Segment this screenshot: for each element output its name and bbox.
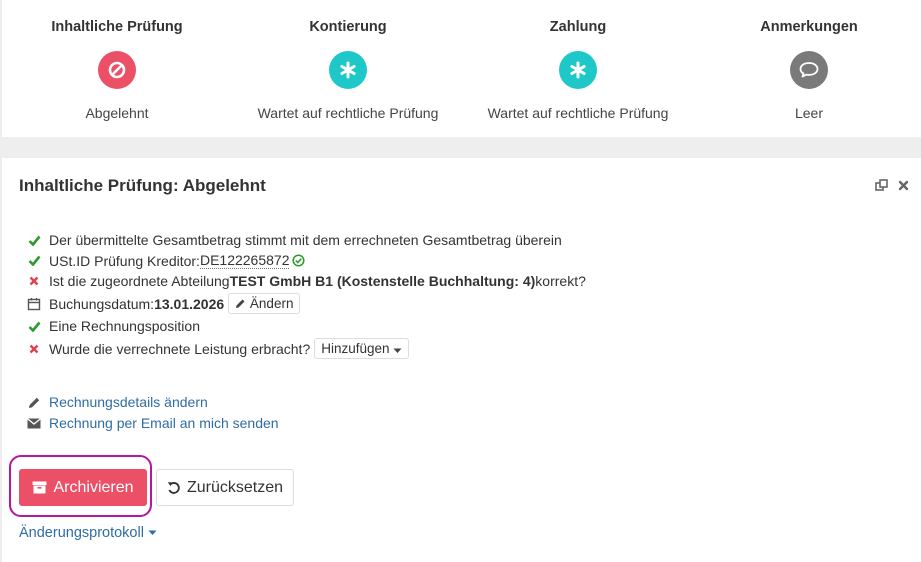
comment-icon (790, 51, 828, 89)
step-status: Wartet auf rechtliche Prüfung (487, 105, 669, 121)
check-department: Ist die zugeordnete Abteilung TEST GmbH … (26, 273, 586, 289)
edit-invoice-details-link[interactable]: Rechnungsdetails ändern (26, 394, 208, 410)
step-status: Abgelehnt (85, 105, 149, 121)
check-icon (26, 321, 42, 332)
check-text: Der übermittelte Gesamtbetrag stimmt mit… (49, 232, 562, 248)
step-status: Leer (794, 105, 824, 121)
send-invoice-email-link[interactable]: Rechnung per Email an mich senden (26, 415, 279, 431)
calendar-icon (26, 297, 42, 311)
ustid-label: USt.ID Prüfung Kreditor: (49, 252, 200, 269)
panel-tools (875, 179, 909, 191)
check-invoice-position: Eine Rechnungsposition (26, 318, 200, 334)
caret-down-icon (393, 348, 402, 353)
add-service-dropdown[interactable]: Hinzufügen (314, 338, 410, 359)
ban-icon (98, 51, 136, 89)
change-log-link[interactable]: Änderungsprotokoll (19, 525, 157, 541)
asterisk-icon (559, 51, 597, 89)
send-invoice-email-label: Rechnung per Email an mich senden (49, 415, 279, 431)
change-log-label: Änderungsprotokoll (19, 525, 144, 541)
undo-icon (167, 481, 180, 494)
envelope-icon (26, 417, 42, 429)
times-icon (26, 276, 42, 286)
archive-button[interactable]: Archivieren (19, 469, 147, 506)
date-label: Buchungsdatum: (49, 295, 155, 312)
step-title: Anmerkungen (760, 19, 858, 35)
times-icon (26, 344, 42, 354)
check-text: Eine Rechnungsposition (49, 318, 200, 334)
reset-label: Zurücksetzen (186, 478, 284, 496)
change-date-button[interactable]: Ändern (228, 293, 301, 314)
change-date-label: Ändern (249, 296, 294, 311)
caret-down-icon (148, 530, 157, 535)
pencil-icon (26, 396, 42, 409)
dept-prefix: Ist die zugeordnete Abteilung (49, 273, 230, 289)
step-status: Wartet auf rechtliche Prüfung (257, 105, 439, 121)
date-value: 13.01.2026 (154, 295, 225, 312)
step-title: Inhaltliche Prüfung (51, 19, 183, 35)
service-question: Wurde die verrechnete Leistung erbracht? (49, 340, 311, 357)
check-ustid: USt.ID Prüfung Kreditor: DE122265872 (26, 252, 306, 269)
add-service-label: Hinzufügen (321, 341, 390, 356)
reset-button[interactable]: Zurücksetzen (156, 469, 294, 506)
check-circle-icon (292, 254, 306, 267)
dept-cost-center: (Kostenstelle Buchhaltung: 4) (336, 273, 536, 289)
asterisk-icon (329, 51, 367, 89)
workflow-status-panel: Inhaltliche Prüfung Abgelehnt Kontierung… (2, 0, 921, 137)
dept-suffix: korrekt? (535, 273, 586, 289)
edit-invoice-details-label: Rechnungsdetails ändern (49, 394, 208, 410)
check-booking-date: Buchungsdatum: 13.01.2026 Ändern (26, 293, 301, 314)
check-service-rendered: Wurde die verrechnete Leistung erbracht?… (26, 338, 410, 359)
check-icon (26, 235, 42, 246)
panel-title: Inhaltliche Prüfung: Abgelehnt (19, 176, 266, 195)
popout-icon[interactable] (875, 179, 888, 191)
step-title: Kontierung (309, 19, 387, 35)
check-total-amount: Der übermittelte Gesamtbetrag stimmt mit… (26, 232, 562, 248)
close-icon[interactable] (898, 180, 909, 191)
step-title: Zahlung (549, 19, 607, 35)
dept-name: TEST GmbH B1 (229, 273, 334, 289)
pencil-icon (236, 299, 245, 308)
check-icon (26, 255, 42, 266)
archive-icon (32, 481, 47, 494)
ustid-value: DE122265872 (199, 252, 290, 269)
archive-label: Archivieren (53, 478, 134, 496)
